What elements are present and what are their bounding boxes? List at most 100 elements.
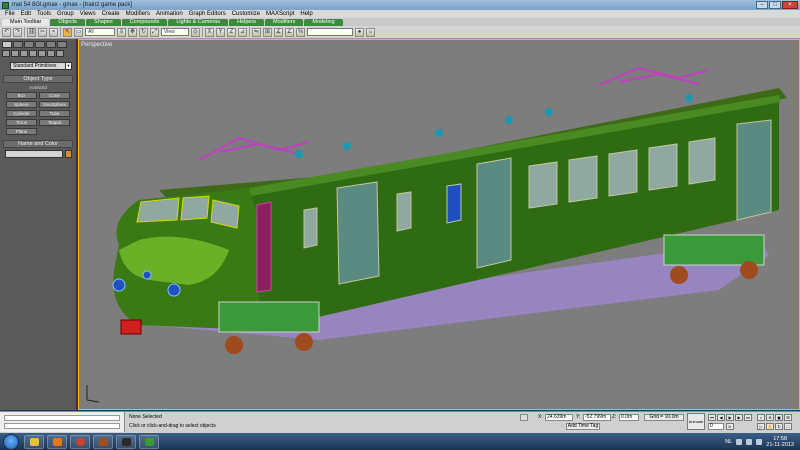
close-button[interactable]: × [782, 1, 798, 9]
pan-icon[interactable]: ✋ [766, 423, 774, 430]
select-by-name-icon[interactable]: ≡ [117, 27, 126, 37]
y-coordinate-field[interactable]: -52.799m [583, 414, 611, 421]
reference-coordinate-dropdown[interactable]: View [161, 28, 189, 36]
animate-button[interactable]: Animate [687, 413, 705, 430]
shapes-icon[interactable] [11, 50, 19, 57]
tab-shapes[interactable]: Shapes [86, 19, 121, 26]
cone-button[interactable]: Cone [39, 92, 70, 99]
zoom-extents-icon[interactable]: ▣ [775, 414, 783, 421]
restrict-plane-icon[interactable]: ⊿ [238, 27, 247, 37]
minimize-button[interactable]: – [756, 1, 768, 9]
menu-customize[interactable]: Customize [229, 11, 263, 17]
go-to-end-icon[interactable]: ⏭ [744, 414, 752, 421]
undo-icon[interactable]: ↶ [2, 27, 11, 37]
menu-views[interactable]: Views [77, 11, 99, 17]
arc-rotate-icon[interactable]: ↻ [775, 423, 783, 430]
space-warps-icon[interactable] [47, 50, 55, 57]
percent-snap-icon[interactable]: % [296, 27, 305, 37]
utilities-tab-icon[interactable] [57, 41, 67, 48]
zoom-all-icon[interactable]: ⊕ [766, 414, 774, 421]
start-button-icon[interactable] [3, 433, 19, 450]
menu-file[interactable]: File [2, 11, 18, 17]
system-clock[interactable]: 17:58 21-11-2013 [766, 436, 794, 448]
torus-button[interactable]: Torus [6, 119, 37, 126]
material-editor-icon[interactable]: ● [355, 27, 364, 37]
current-frame-field[interactable]: 0 [708, 423, 724, 430]
named-selection-dropdown[interactable] [307, 28, 353, 36]
modify-tab-icon[interactable] [13, 41, 23, 48]
mirror-icon[interactable]: ⇋ [252, 27, 261, 37]
tab-objects[interactable]: Objects [50, 19, 86, 26]
network-icon[interactable] [736, 438, 743, 445]
align-icon[interactable]: ⊞ [263, 27, 272, 37]
media-player-icon[interactable] [47, 434, 67, 449]
tab-compounds[interactable]: Compounds [121, 19, 168, 26]
flag-icon[interactable] [756, 438, 763, 445]
object-name-input[interactable] [5, 150, 63, 158]
hierarchy-tab-icon[interactable] [24, 41, 34, 48]
zoom-icon[interactable]: ⌕ [757, 414, 765, 421]
zoom-extents-all-icon[interactable]: ⊞ [784, 414, 792, 421]
menu-help[interactable]: Help [297, 11, 315, 17]
object-category-dropdown[interactable]: Standard Primitives ▼ [10, 62, 72, 70]
menu-create[interactable]: Create [99, 11, 123, 17]
tab-lights-cameras[interactable]: Lights & Cameras [168, 19, 229, 26]
menu-tools[interactable]: Tools [34, 11, 54, 17]
tab-helpers[interactable]: Helpers [229, 19, 265, 26]
redo-icon[interactable]: ↷ [13, 27, 22, 37]
explorer-icon[interactable] [24, 434, 44, 449]
menu-maxscript[interactable]: MAXScript [263, 11, 297, 17]
name-and-color-rollout[interactable]: Name and Color [3, 140, 73, 148]
cameras-icon[interactable] [29, 50, 37, 57]
volume-icon[interactable] [746, 438, 753, 445]
menu-animation[interactable]: Animation [153, 11, 186, 17]
motion-tab-icon[interactable] [35, 41, 45, 48]
viewport-label[interactable]: Perspective [81, 42, 112, 48]
snap-toggle-icon[interactable]: ∡ [274, 27, 283, 37]
next-frame-icon[interactable]: ▶ [735, 414, 743, 421]
select-region-icon[interactable]: ▭ [74, 27, 83, 37]
helpers-icon[interactable] [38, 50, 46, 57]
bind-space-warp-icon[interactable]: ≈ [49, 27, 58, 37]
menu-modifiers[interactable]: Modifiers [123, 11, 153, 17]
geometry-icon[interactable] [2, 50, 10, 57]
time-slider[interactable] [4, 415, 120, 421]
object-color-swatch[interactable] [65, 150, 72, 158]
create-tab-icon[interactable] [2, 41, 12, 48]
autogrid-checkbox[interactable]: AutoGrid [3, 85, 73, 91]
sphere-button[interactable]: Sphere [6, 101, 37, 108]
render-icon[interactable]: ☼ [366, 27, 375, 37]
display-tab-icon[interactable] [46, 41, 56, 48]
systems-icon[interactable] [56, 50, 64, 57]
go-to-start-icon[interactable]: ⏮ [708, 414, 716, 421]
pivot-center-icon[interactable]: ◎ [191, 27, 200, 37]
maximize-button[interactable]: □ [769, 1, 781, 9]
selection-filter-dropdown[interactable]: All [85, 28, 115, 36]
select-scale-icon[interactable]: ⤢ [150, 27, 159, 37]
chevron-down-icon[interactable]: ▼ [65, 63, 71, 69]
maxscript-listener[interactable] [4, 423, 120, 429]
select-move-icon[interactable]: ✥ [128, 27, 137, 37]
tab-modeling[interactable]: Modeling [304, 19, 343, 26]
key-mode-icon[interactable]: ⊳ [726, 423, 734, 430]
object-type-rollout[interactable]: Object Type [3, 75, 73, 83]
field-of-view-icon[interactable]: ▷ [757, 423, 765, 430]
restrict-y-icon[interactable]: Y [216, 27, 225, 37]
maximize-viewport-icon[interactable]: □ [784, 423, 792, 430]
unlink-icon[interactable]: ✂ [38, 27, 47, 37]
select-object-icon[interactable]: ↖ [63, 27, 72, 37]
z-coordinate-field[interactable]: 0.0m [619, 414, 639, 421]
angle-snap-icon[interactable]: ∠ [285, 27, 294, 37]
tab-main-toolbar[interactable]: Main Toolbar [2, 19, 50, 26]
tube-button[interactable]: Tube [39, 110, 70, 117]
menu-graph-editors[interactable]: Graph Editors [186, 11, 229, 17]
select-rotate-icon[interactable]: ↻ [139, 27, 148, 37]
tab-modifiers[interactable]: Modifiers [265, 19, 304, 26]
previous-frame-icon[interactable]: ◀ [717, 414, 725, 421]
trainz-icon[interactable] [116, 434, 136, 449]
teapot-button[interactable]: Teapot [39, 119, 70, 126]
box-button[interactable]: Box [6, 92, 37, 99]
play-icon[interactable]: ▶ [726, 414, 734, 421]
gmax-app-icon[interactable] [2, 1, 9, 9]
select-link-icon[interactable]: ⛓ [27, 27, 36, 37]
